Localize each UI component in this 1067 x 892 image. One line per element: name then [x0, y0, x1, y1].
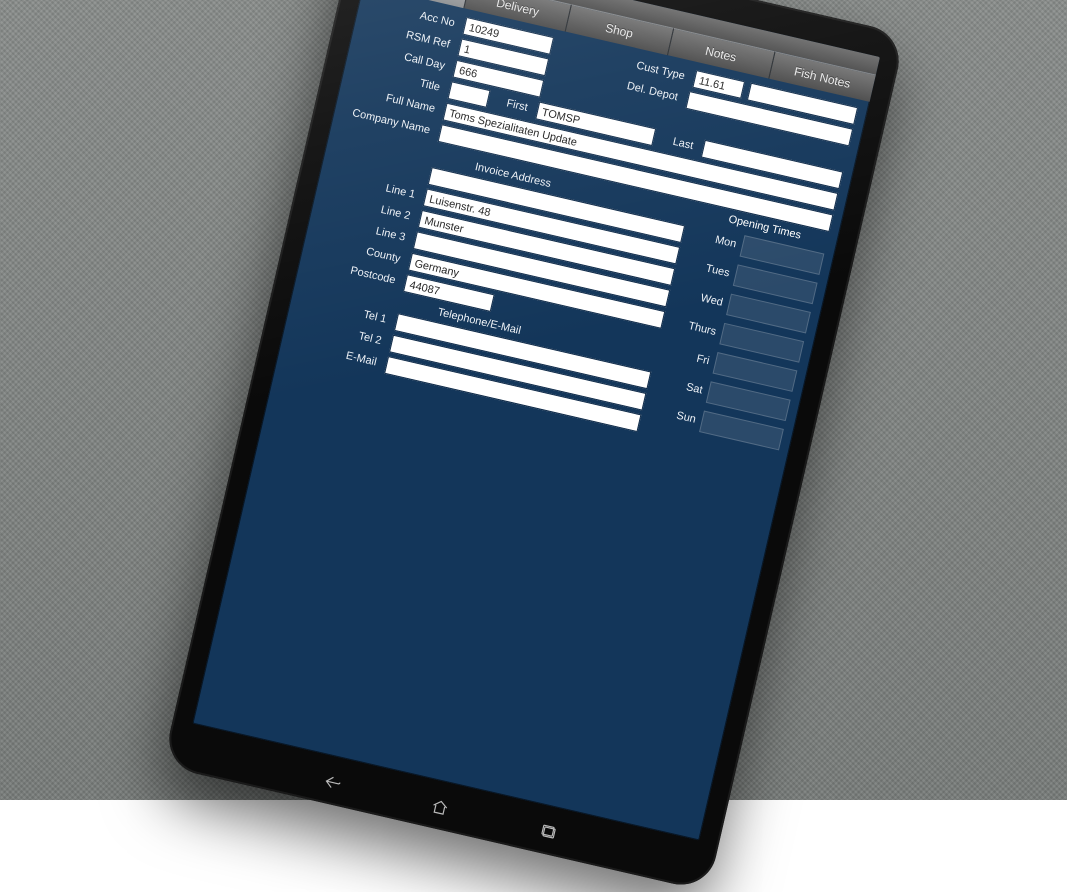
ot-mon-label: Mon	[695, 230, 737, 251]
ot-sun-label: Sun	[655, 405, 697, 426]
nav-recents-icon[interactable]	[526, 816, 570, 848]
ot-fri-label: Fri	[668, 347, 710, 368]
ot-wed-label: Wed	[682, 288, 724, 309]
ot-thurs-label: Thurs	[675, 317, 717, 338]
first-label: First	[493, 95, 533, 115]
nav-back-icon[interactable]	[308, 766, 352, 798]
last-label: Last	[658, 133, 698, 153]
ot-tues-label: Tues	[689, 259, 731, 280]
ot-sat-label: Sat	[662, 376, 704, 397]
nav-home-icon[interactable]	[417, 791, 461, 823]
